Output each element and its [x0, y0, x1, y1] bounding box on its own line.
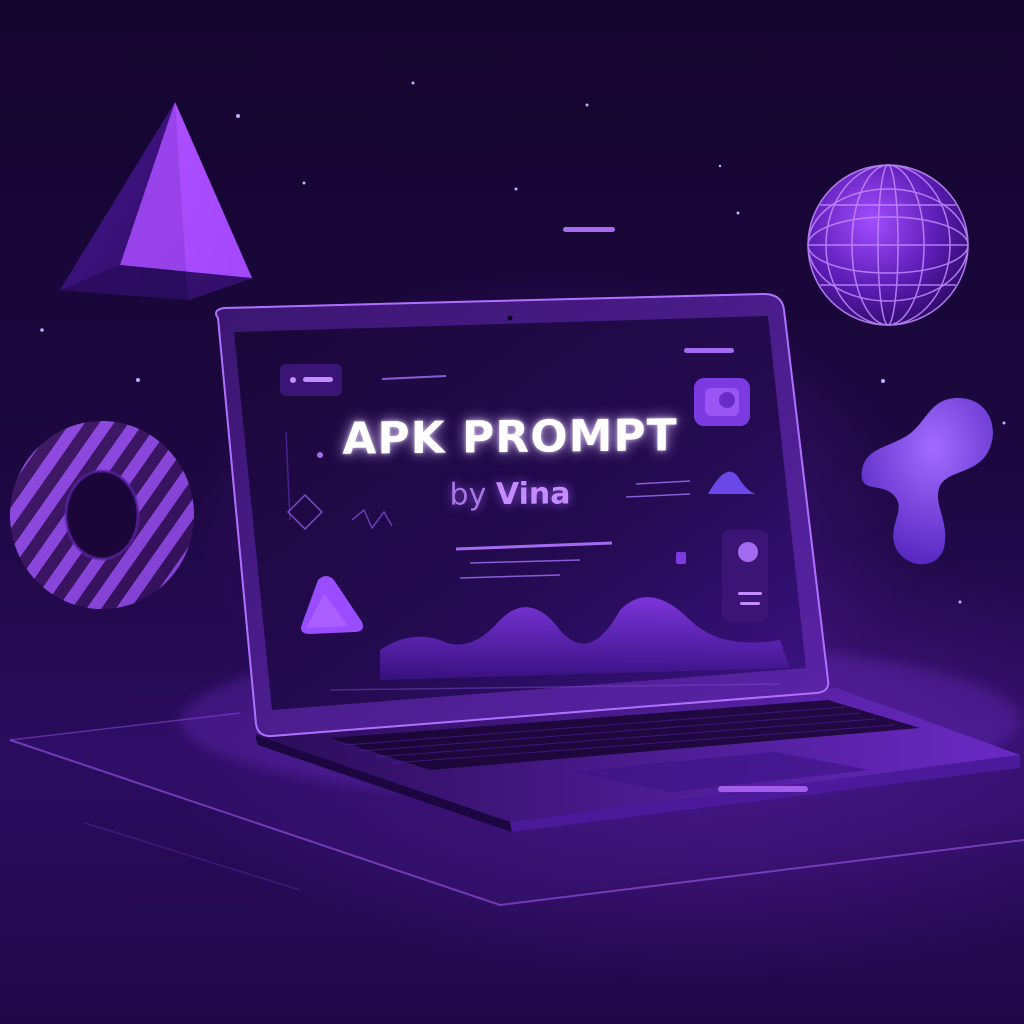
- wireframe-globe: [807, 164, 969, 326]
- subtitle-author: Vina: [495, 476, 571, 513]
- subtitle-by: by: [449, 477, 487, 513]
- pyramid-shape: [60, 102, 252, 300]
- laptop: [215, 292, 830, 738]
- scene-illustration: [9, 81, 1024, 907]
- striped-torus: [10, 421, 194, 609]
- scene: APK PROMPT by Vina: [0, 0, 1024, 1024]
- blob-shape: [861, 398, 993, 565]
- floating-dash: [563, 227, 615, 232]
- screen-subtitle: by Vina: [300, 475, 720, 514]
- screen-title: APK PROMPT: [342, 410, 678, 465]
